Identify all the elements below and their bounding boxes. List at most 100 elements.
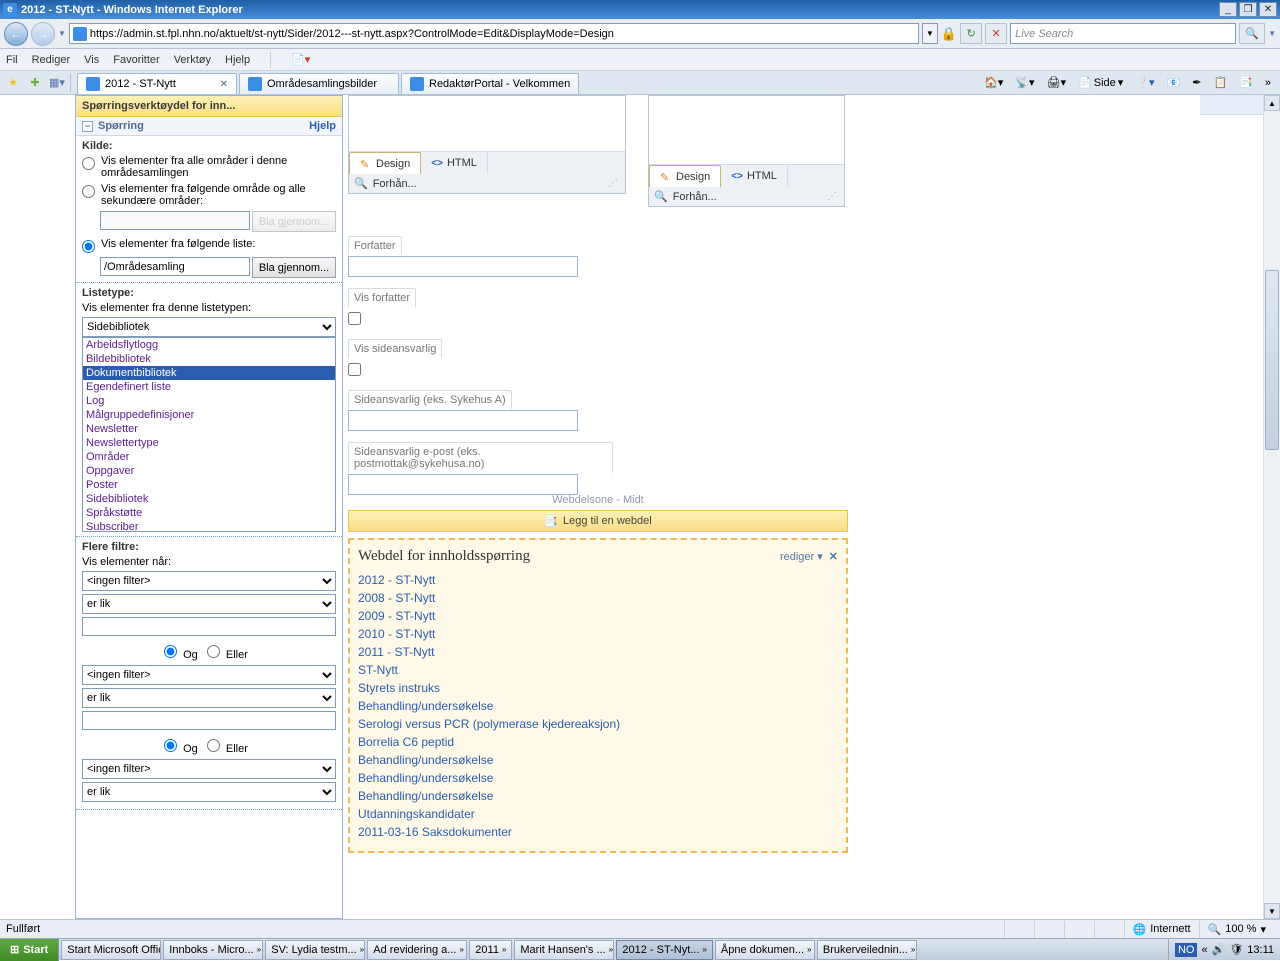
webdel-item-link[interactable]: 2008 - ST-Nytt	[358, 591, 838, 605]
close-window-button[interactable]: ✕	[1259, 2, 1277, 17]
webdel-item-link[interactable]: ST-Nytt	[358, 663, 838, 677]
resize-handle-icon[interactable]: ⋰	[827, 191, 839, 203]
menu-edit[interactable]: Rediger	[32, 54, 71, 66]
preview-row-2[interactable]: 🔍 Forhån... ⋰	[649, 187, 844, 206]
taskbar-item[interactable]: 2011»	[469, 940, 512, 960]
webdel-item-link[interactable]: Styrets instruks	[358, 681, 838, 695]
tool-4[interactable]: 📑	[1234, 73, 1258, 93]
webdel-item-link[interactable]: Behandling/undersøkelse	[358, 771, 838, 785]
taskbar-item[interactable]: Ad revidering a...»	[367, 940, 467, 960]
back-button[interactable]: ←	[4, 22, 28, 46]
tab-current[interactable]: 2012 - ST-Nytt ✕	[77, 73, 237, 94]
webdel-item-link[interactable]: 2012 - ST-Nytt	[358, 573, 838, 587]
webdel-item-link[interactable]: Utdanningskandidater	[358, 807, 838, 821]
webdel-close-icon[interactable]: ✕	[829, 550, 838, 563]
url-dropdown[interactable]: ▼	[922, 23, 938, 44]
page-menu[interactable]: 📄Side▾	[1073, 73, 1128, 93]
scroll-up-arrow[interactable]: ▲	[1264, 95, 1280, 111]
browse-list-button[interactable]: Bla gjennom...	[252, 257, 336, 278]
menu-tools[interactable]: Verktøy	[174, 54, 211, 66]
filter3-op[interactable]: er lik	[82, 782, 336, 802]
listtype-option[interactable]: Dokumentbibliotek	[83, 366, 335, 380]
sideansvarlig-input[interactable]	[348, 410, 578, 431]
webdel-item-link[interactable]: 2009 - ST-Nytt	[358, 609, 838, 623]
close-tab-icon[interactable]: ✕	[220, 79, 228, 90]
menu-view[interactable]: Vis	[84, 54, 99, 66]
clock[interactable]: 13:11	[1247, 944, 1274, 956]
listtype-option[interactable]: Områder	[83, 450, 335, 464]
source-radio-list[interactable]	[82, 240, 95, 253]
listtype-option[interactable]: Log	[83, 394, 335, 408]
design-tab[interactable]: Design	[349, 152, 421, 174]
tool-1[interactable]: 📧	[1162, 73, 1186, 93]
listtype-option[interactable]: Newsletter	[83, 422, 335, 436]
filter2-or[interactable]	[207, 739, 220, 752]
webdel-item-link[interactable]: Serologi versus PCR (polymerase kjederea…	[358, 717, 838, 731]
forfatter-input[interactable]	[348, 256, 578, 277]
filter1-and[interactable]	[164, 645, 177, 658]
restore-button[interactable]: ❐	[1239, 2, 1257, 17]
webdel-item-link[interactable]: 2010 - ST-Nytt	[358, 627, 838, 641]
print-button[interactable]: 🖨▾	[1042, 73, 1072, 93]
list-path-input[interactable]	[100, 257, 250, 276]
toolpane-section[interactable]: − Spørring Hjelp	[76, 117, 342, 136]
more-tools[interactable]: »	[1260, 73, 1276, 93]
collapse-icon[interactable]: −	[82, 121, 93, 132]
html-tab-2[interactable]: <>HTML	[721, 165, 788, 187]
source-radio-site[interactable]	[82, 185, 95, 198]
vertical-scrollbar[interactable]: ▲ ▼	[1263, 95, 1280, 919]
resize-handle-icon[interactable]: ⋰	[608, 178, 620, 190]
tab-2[interactable]: Områdesamlingsbilder	[239, 73, 399, 94]
minimize-button[interactable]: _	[1219, 2, 1237, 17]
scroll-down-arrow[interactable]: ▼	[1264, 903, 1280, 919]
filter1-value[interactable]	[82, 617, 336, 636]
help-button[interactable]: ❔▾	[1130, 73, 1159, 93]
webdel-item-link[interactable]: Behandling/undersøkelse	[358, 753, 838, 767]
filter2-value[interactable]	[82, 711, 336, 730]
listtype-select[interactable]: Sidebibliotek	[82, 317, 336, 337]
listtype-option[interactable]: Egendefinert liste	[83, 380, 335, 394]
source-radio-all[interactable]	[82, 157, 95, 170]
listtype-option[interactable]: Bildebibliotek	[83, 352, 335, 366]
search-button[interactable]: 🔍	[1239, 23, 1265, 44]
stop-button[interactable]: ✕	[985, 23, 1007, 44]
zoom-control[interactable]: 🔍100 % ▾	[1199, 921, 1274, 938]
filter1-or[interactable]	[207, 645, 220, 658]
listtype-option[interactable]: Språkstøtte	[83, 506, 335, 520]
webdel-edit-link[interactable]: rediger ▾	[780, 550, 823, 563]
tray-icon-2[interactable]: 🛡	[1229, 943, 1243, 956]
pdf-toolbar-icon[interactable]: 📄▾	[291, 53, 310, 66]
search-box[interactable]: Live Search	[1010, 23, 1236, 44]
filter3-field[interactable]: <ingen filter>	[82, 759, 336, 779]
scroll-thumb[interactable]	[1265, 270, 1279, 450]
design-tab-2[interactable]: Design	[649, 165, 721, 187]
tray-icon-1[interactable]: 🔊	[1212, 943, 1226, 956]
html-tab[interactable]: <>HTML	[421, 152, 488, 174]
home-button[interactable]: 🏠▾	[979, 73, 1008, 93]
webdel-item-link[interactable]: Behandling/undersøkelse	[358, 699, 838, 713]
feeds-button[interactable]: 📡▾	[1010, 73, 1039, 93]
listtype-option[interactable]: Målgruppedefinisjoner	[83, 408, 335, 422]
filter1-field[interactable]: <ingen filter>	[82, 571, 336, 591]
taskbar-item[interactable]: Åpne dokumen...»	[715, 940, 815, 960]
forward-button[interactable]: →	[31, 22, 55, 46]
quick-tabs-icon[interactable]: ▦▾	[48, 74, 66, 92]
webdel-item-link[interactable]: 2011-03-16 Saksdokumenter	[358, 825, 838, 839]
listtype-listbox[interactable]: ArbeidsflytloggBildebibliotekDokumentbib…	[82, 337, 336, 532]
add-favorite-icon[interactable]: ✚	[26, 74, 44, 92]
refresh-button[interactable]: ↻	[960, 23, 982, 44]
listtype-option[interactable]: Arbeidsflytlogg	[83, 338, 335, 352]
menu-file[interactable]: Fil	[6, 54, 18, 66]
webdel-item-link[interactable]: Borrelia C6 peptid	[358, 735, 838, 749]
listtype-option[interactable]: Newslettertype	[83, 436, 335, 450]
lang-indicator[interactable]: NO	[1175, 943, 1198, 957]
webdel-item-link[interactable]: Behandling/undersøkelse	[358, 789, 838, 803]
vis-sideansvarlig-checkbox[interactable]	[348, 363, 361, 376]
taskbar-item[interactable]: 2012 - ST-Nyt...»	[616, 940, 712, 960]
taskbar-item[interactable]: Innboks - Micro...»	[163, 940, 263, 960]
taskbar-item[interactable]: SV: Lydia testm...»	[265, 940, 365, 960]
add-webdel-button[interactable]: 📑 Legg til en webdel	[348, 510, 848, 532]
start-button[interactable]: ⊞ Start	[0, 939, 59, 961]
filter2-op[interactable]: er lik	[82, 688, 336, 708]
tray-expand-icon[interactable]: «	[1201, 944, 1207, 956]
